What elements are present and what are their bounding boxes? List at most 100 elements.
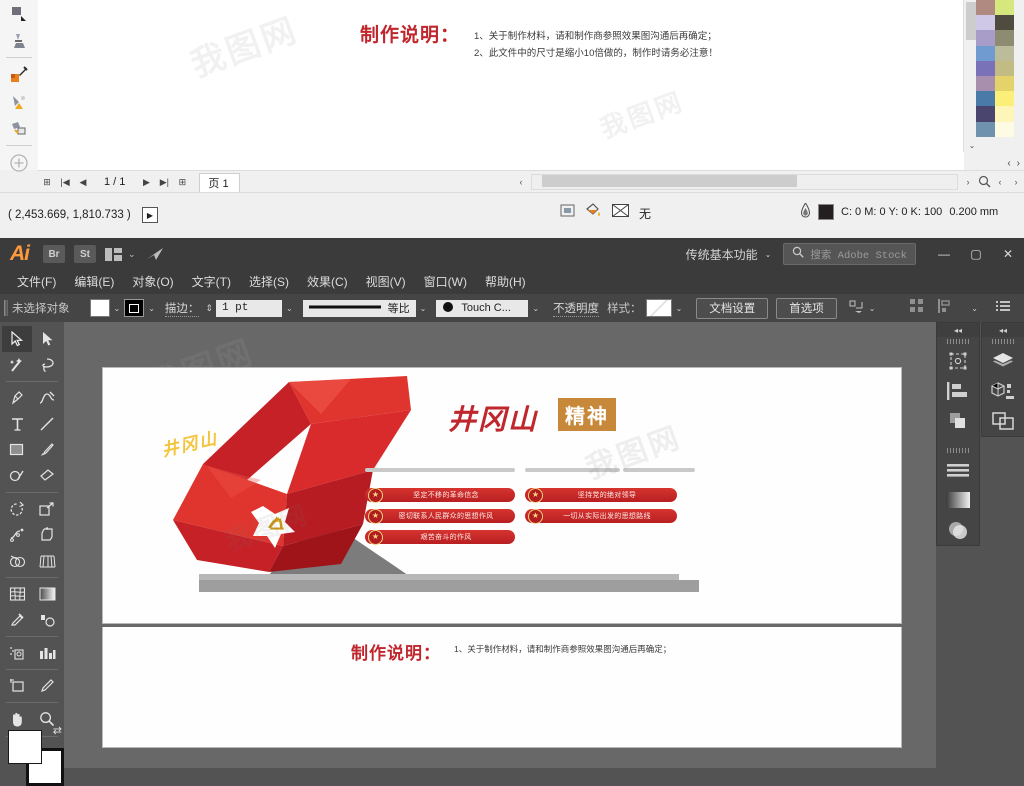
add-page-end-icon[interactable]: ⊞ [173,172,191,192]
panel-menu-icon[interactable] [996,299,1010,317]
scale-tool[interactable] [32,496,62,522]
palette-column-1[interactable] [976,0,995,152]
panel-grip[interactable] [937,446,979,455]
stroke-profile-select[interactable]: 等比 [302,299,416,317]
palette-swatch[interactable] [995,75,1014,92]
chevron-down-icon[interactable]: ⌄ [282,304,297,313]
outline-color-swatch[interactable] [818,204,834,220]
fill-none-swatch[interactable] [612,204,629,222]
palette-swatch[interactable] [976,15,995,31]
menu-item-3[interactable]: 文字(T) [183,270,240,294]
interactive-fill-tool[interactable] [0,88,38,115]
eraser-tool[interactable] [32,463,62,489]
free-transform-tool[interactable] [32,522,62,548]
palette-swatch[interactable] [995,60,1014,76]
width-tool[interactable] [2,522,32,548]
hscroll-track[interactable] [531,174,958,190]
stroke-panel-icon[interactable] [937,455,979,485]
symbol-sprayer-tool[interactable] [2,640,32,666]
palette-swatch[interactable] [995,45,1014,61]
palette-scroll-controls[interactable]: ‹ › [962,155,1024,171]
palette-swatch[interactable] [995,106,1014,122]
transparency-panel-icon[interactable] [937,515,979,545]
adobe-stock-search[interactable]: 搜索 Adobe Stock [783,243,916,265]
pen-tool[interactable] [2,385,32,411]
brush-definition-select[interactable]: Touch C... [436,299,529,317]
first-page-icon[interactable]: |◀ [56,172,74,192]
preferences-button[interactable]: 首选项 [776,297,837,319]
transparency-tool[interactable] [0,27,38,54]
shadow-tool[interactable] [0,0,38,27]
chevron-down-icon[interactable]: ⌄ [128,249,136,260]
color-palette[interactable] [976,0,1014,152]
graphic-style-swatch[interactable] [645,299,672,317]
fill-stroke-control[interactable]: ⇄ [8,724,64,786]
close-button[interactable]: ✕ [992,238,1024,270]
palette-prev-icon[interactable]: ‹ [992,177,1008,187]
transform-icon[interactable] [849,299,865,318]
direct-selection-tool[interactable] [32,326,62,352]
panel-grip[interactable] [937,337,979,346]
gradient-tool[interactable] [32,581,62,607]
expand-coords-icon[interactable]: ▶ [141,207,158,223]
align-icon[interactable] [910,298,924,318]
add-tool-icon[interactable] [0,149,38,176]
stroke-weight-input[interactable]: 1 pt [215,299,282,317]
lasso-tool[interactable] [32,352,62,378]
palette-swatch[interactable] [976,45,995,61]
fill-bucket-icon[interactable] [585,203,602,223]
opacity-label[interactable]: 不透明度 [553,300,600,317]
collapse-panels-icon[interactable]: ◂◂ [937,323,979,337]
artwork-group[interactable]: 井冈山 井冈山 精神 ★ 坚定不移的革命信念 ★ 密切联系人民群众的思想作风 ★… [103,368,901,623]
menu-item-5[interactable]: 效果(C) [298,270,357,294]
palette-swatch[interactable] [976,30,995,46]
artboards-panel-icon[interactable] [982,406,1024,436]
add-page-start-icon[interactable]: ⊞ [38,172,56,192]
mesh-tool[interactable] [2,581,32,607]
palette-prev-icon[interactable]: ‹ [1007,158,1010,169]
outline-pen-icon[interactable] [800,201,811,221]
zoom-to-fit-icon[interactable] [976,175,992,190]
maximize-button[interactable]: ▢ [960,238,992,270]
collapse-panels-icon[interactable]: ◂◂ [982,323,1024,337]
menu-item-8[interactable]: 帮助(H) [476,270,535,294]
slice-tool[interactable] [32,673,62,699]
palette-swatch[interactable] [995,121,1014,137]
palette-column-2[interactable] [995,0,1014,152]
distribute-icon[interactable] [938,298,953,318]
color-eyedropper-tool[interactable] [0,61,38,88]
stock-button[interactable]: St [74,245,96,263]
workspace-switcher[interactable]: 传统基本功能 ⌄ [686,246,772,263]
menu-item-1[interactable]: 编辑(E) [65,270,123,294]
page-tab[interactable]: 页 1 [199,172,240,192]
shaper-tool[interactable] [2,463,32,489]
bridge-button[interactable]: Br [43,245,65,263]
palette-swatch[interactable] [976,106,995,122]
palette-next-icon[interactable]: › [1008,177,1024,187]
rotate-tool[interactable] [2,496,32,522]
gradient-panel-icon[interactable] [937,485,979,515]
palette-swatch[interactable] [995,0,1014,16]
palette-swatch[interactable] [995,91,1014,107]
panel-grip[interactable] [982,337,1024,346]
layers-panel-icon[interactable] [982,346,1024,376]
fill-color-swatch[interactable] [89,299,110,317]
palette-swatch[interactable] [976,60,995,76]
menu-item-7[interactable]: 窗口(W) [415,270,476,294]
paintbrush-tool[interactable] [32,437,62,463]
shape-builder-tool[interactable] [2,548,32,574]
artboard-lower-section[interactable]: 制作说明： 1、关于制作材料，请和制作商参照效果图沟通后再确定； [102,627,902,748]
coreldraw-horizontal-scrollbar[interactable]: ‹ › ‹ › [513,170,1024,193]
stepper-icon[interactable]: ⇕ [205,303,213,314]
palette-swatch[interactable] [976,0,995,16]
stroke-weight-label[interactable]: 描边： [164,300,200,317]
smart-fill-tool[interactable] [0,115,38,142]
palette-next-icon[interactable]: › [1017,158,1020,169]
align-panel-icon[interactable] [937,376,979,406]
scroll-left-icon[interactable]: ‹ [513,177,529,187]
stroke-color-swatch[interactable] [124,299,145,317]
chevron-down-icon[interactable]: ⌄ [765,250,772,259]
scrollbar-thumb[interactable] [542,175,797,187]
prev-page-icon[interactable]: ◀ [74,172,92,192]
ai-document-canvas[interactable]: 我图网 我图网 [64,322,936,768]
